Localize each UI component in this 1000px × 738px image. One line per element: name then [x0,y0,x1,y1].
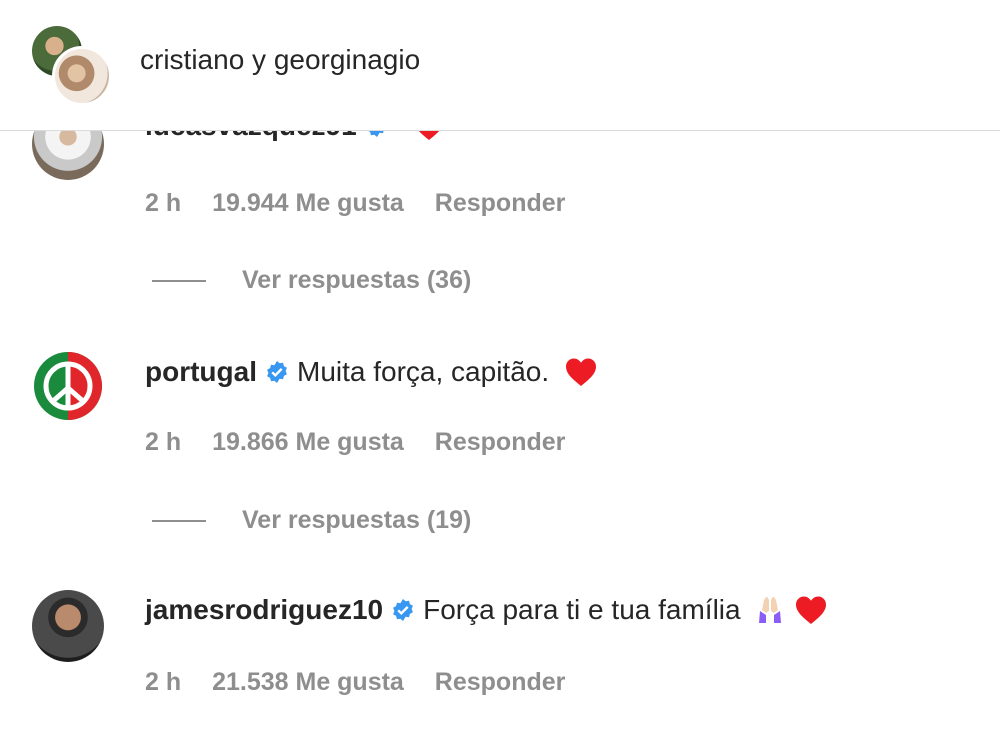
view-replies-label[interactable]: Ver respuestas (19) [242,506,471,535]
comment-text: Força para ti e tua família [423,594,741,625]
header-avatars[interactable] [30,24,112,106]
view-replies-label[interactable]: Ver respuestas (36) [242,266,471,295]
avatar-georginagio[interactable] [52,46,112,106]
comment-username[interactable]: jamesrodriguez10 [145,594,383,626]
comment-meta: 2 h 19.944 Me gusta Responder [145,189,589,218]
verified-badge-icon [267,361,287,383]
red-heart-icon [795,596,826,624]
view-replies-button[interactable]: Ver respuestas (19) [152,506,471,535]
view-replies-button[interactable]: Ver respuestas (36) [152,266,471,295]
reply-button[interactable]: Responder [435,189,566,217]
comment-likes[interactable]: 19.944 Me gusta [212,189,404,217]
comment-line: portugal Muita força, capitão. [145,356,597,388]
red-heart-icon [566,358,597,386]
comment-meta: 2 h 21.538 Me gusta Responder [145,668,589,697]
reply-button[interactable]: Responder [435,668,566,696]
praying-hands-icon [758,597,781,623]
header-title[interactable]: cristiano y georginagio [140,44,420,76]
comment-time: 2 h [145,668,182,696]
post-header: cristiano y georginagio [0,0,1000,131]
comment-line: jamesrodriguez10 Força para ti e tua fam… [145,594,827,626]
verified-badge-icon [393,599,414,621]
comment-likes[interactable]: 21.538 Me gusta [212,668,404,696]
comment-meta: 2 h 19.866 Me gusta Responder [145,428,589,457]
avatar[interactable] [32,350,104,422]
replies-divider [152,519,206,522]
comment-time: 2 h [145,189,182,217]
reply-button[interactable]: Responder [435,428,566,456]
comment-time: 2 h [145,428,182,456]
peace-sign-icon [34,352,102,420]
comment-text: Muita força, capitão. [297,356,550,387]
replies-divider [152,279,206,282]
comment-username[interactable]: portugal [145,356,257,388]
comment-likes[interactable]: 19.866 Me gusta [212,428,404,456]
avatar[interactable] [32,590,104,662]
